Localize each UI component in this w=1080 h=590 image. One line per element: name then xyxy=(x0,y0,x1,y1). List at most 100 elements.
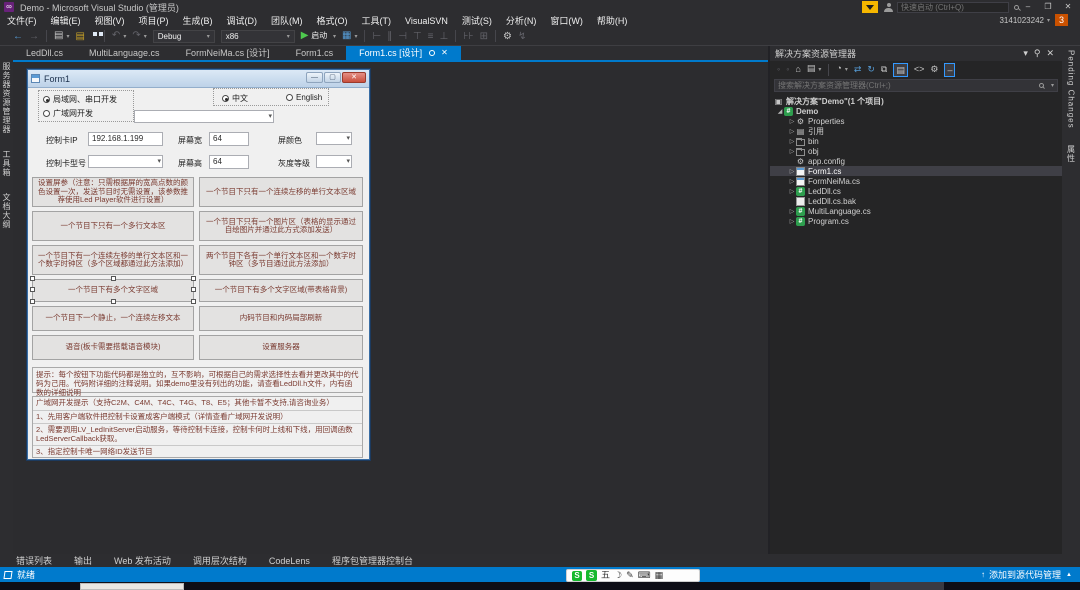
button-set-screen-params[interactable]: 设置屏参（注意：只需根据屏的宽高点数的颜色设置一次，发送节目时无需设置，该参数推… xyxy=(32,177,194,207)
expander-collapsed-icon[interactable] xyxy=(788,138,796,145)
expander-collapsed-icon[interactable] xyxy=(788,128,796,135)
tab-codelens[interactable]: CodeLens xyxy=(269,556,310,566)
soft-keyboard-icon[interactable]: ⌨ xyxy=(638,570,651,581)
screen-width-textbox[interactable]: 64 xyxy=(209,132,249,146)
close-button[interactable]: ✕ xyxy=(1058,0,1078,13)
quick-launch-box[interactable] xyxy=(897,2,1009,13)
selection-handle[interactable] xyxy=(30,287,35,292)
half-full-width-moon-icon[interactable]: ☽ xyxy=(614,570,622,581)
refresh-icon[interactable]: ↻ xyxy=(867,62,875,77)
tab-toolbox[interactable]: 工具箱 xyxy=(1,150,12,177)
selection-handle[interactable] xyxy=(191,299,196,304)
ime-toolbox-icon[interactable]: ▦ xyxy=(655,570,664,581)
properties-icon[interactable]: ⚙ xyxy=(930,62,938,77)
tree-item-program-cs[interactable]: Program.cs xyxy=(770,216,1062,226)
tab-document-outline[interactable]: 文档大纲 xyxy=(1,193,12,229)
quick-launch-input[interactable] xyxy=(898,3,1014,12)
tab-form1-design-active[interactable]: Form1.cs [设计] ✕ xyxy=(346,46,461,60)
add-to-source-control-button[interactable]: ↑ 添加到源代码管理 ▲ xyxy=(981,568,1072,581)
button-voice[interactable]: 语音(板卡需要搭载语音模块) xyxy=(32,335,194,360)
pin-icon[interactable] xyxy=(429,50,435,56)
menu-debug[interactable]: 调试(D) xyxy=(220,14,265,27)
tree-item-properties[interactable]: Properties xyxy=(770,116,1062,126)
button-set-server[interactable]: 设置服务器 xyxy=(199,335,363,360)
toolbar-options-icon[interactable]: ↯ xyxy=(518,28,526,45)
expander-collapsed-icon[interactable] xyxy=(788,208,796,215)
view-code-icon[interactable]: <> xyxy=(914,62,925,77)
tab-formneima-design[interactable]: FormNeiMa.cs [设计] xyxy=(173,46,283,60)
menu-edit[interactable]: 编辑(E) xyxy=(44,14,88,27)
selection-handle[interactable] xyxy=(191,287,196,292)
button-two-programs[interactable]: 两个节目下各有一个单行文本区和一个数字时钟区（多节目通过此方法添加） xyxy=(199,245,363,275)
button-single-scroll-text[interactable]: 一个节目下只有一个连续左移的单行文本区域 xyxy=(199,177,363,207)
align-rights-icon[interactable]: ⊣ xyxy=(398,28,407,45)
account-menu[interactable]: 3141023242 ▾ xyxy=(999,14,1050,27)
new-item-icon[interactable]: ▤▾ xyxy=(54,27,69,46)
expander-collapsed-icon[interactable] xyxy=(788,168,796,175)
selection-handle[interactable] xyxy=(191,276,196,281)
tab-server-explorer[interactable]: 服务器资源管理器 xyxy=(1,62,12,134)
tab-properties[interactable]: 属性 xyxy=(1066,145,1077,163)
screen-height-textbox[interactable]: 64 xyxy=(209,155,249,169)
tab-pending-changes[interactable]: Pending Changes xyxy=(1067,50,1076,129)
menu-view[interactable]: 视图(V) xyxy=(88,14,132,27)
preview-selected-items-icon[interactable]: – xyxy=(944,63,955,77)
taskbar-button[interactable] xyxy=(870,582,944,590)
menu-window[interactable]: 窗口(W) xyxy=(543,14,590,27)
selection-handle[interactable] xyxy=(30,299,35,304)
start-debug-button[interactable]: ▶ 启动 ▾ xyxy=(301,27,336,46)
close-tab-icon[interactable]: ✕ xyxy=(441,46,448,60)
menu-build[interactable]: 生成(B) xyxy=(176,14,220,27)
wubi-mode-icon[interactable]: 五 xyxy=(601,570,610,581)
tree-item-multilanguage-cs[interactable]: MultiLanguage.cs xyxy=(770,206,1062,216)
redo-icon[interactable]: ↷▾ xyxy=(132,27,146,46)
tab-error-list[interactable]: 错误列表 xyxy=(16,554,52,567)
expander-collapsed-icon[interactable] xyxy=(788,118,796,125)
navigate-back-icon[interactable]: ← xyxy=(13,28,23,45)
notifications-flag-icon[interactable] xyxy=(862,1,878,13)
radio-wan[interactable]: 广域网开发 xyxy=(43,108,93,119)
controller-model-combobox[interactable] xyxy=(88,155,163,168)
format-toolbar-icon[interactable]: ⚙ xyxy=(503,28,512,45)
tab-web-publish[interactable]: Web 发布活动 xyxy=(114,554,171,567)
close-panel-icon[interactable]: ✕ xyxy=(1046,46,1054,61)
button-multiline-text[interactable]: 一个节目下只有一个多行文本区 xyxy=(32,211,194,241)
back-icon[interactable]: ◦ xyxy=(777,62,780,77)
window-position-icon[interactable]: ▾ xyxy=(1023,46,1028,61)
undo-icon[interactable]: ↶▾ xyxy=(112,27,126,46)
tab-leddll-cs[interactable]: LedDll.cs xyxy=(13,46,76,60)
expander-collapsed-icon[interactable] xyxy=(788,148,796,155)
button-text-and-clock[interactable]: 一个节目下有一个连续左移的单行文本区和一个数字时钟区（多个区域都通过此方法添加） xyxy=(32,245,194,275)
handwriting-pen-icon[interactable]: ✎ xyxy=(626,570,634,581)
menu-team[interactable]: 团队(M) xyxy=(264,14,310,27)
expander-collapsed-icon[interactable] xyxy=(788,218,796,225)
wan-tips-panel[interactable]: 广域网开发提示（支持C2M、C4M、T4C、T4G、T8、E5；其他卡暂不支持,… xyxy=(32,396,363,458)
tree-item-leddll-cs[interactable]: LedDll.cs xyxy=(770,186,1062,196)
switch-views-icon[interactable]: ▤▾ xyxy=(807,61,822,78)
sogou-mode-icon[interactable]: S xyxy=(586,570,597,581)
align-centers-icon[interactable]: ∥ xyxy=(387,28,392,45)
button-multiple-text-areas-table-bg[interactable]: 一个节目下有多个文字区域(带表格背景) xyxy=(199,279,363,302)
tree-item-form1-cs[interactable]: Form1.cs xyxy=(770,166,1062,176)
align-lefts-icon[interactable]: ⊢ xyxy=(372,28,381,45)
platform-dropdown[interactable]: x86▾ xyxy=(221,30,295,43)
radio-chinese[interactable]: 中文 xyxy=(222,93,248,104)
button-static-and-scroll-text[interactable]: 一个节目下一个静止，一个连续左移文本 xyxy=(32,306,194,331)
home-icon[interactable]: ⌂ xyxy=(795,62,800,77)
show-all-files-icon[interactable]: ▤ xyxy=(893,63,908,77)
menu-visualsvn[interactable]: VisualSVN xyxy=(398,16,455,26)
menu-project[interactable]: 项目(P) xyxy=(132,14,176,27)
selection-handle[interactable] xyxy=(30,276,35,281)
menu-analyze[interactable]: 分析(N) xyxy=(499,14,544,27)
gray-level-combobox[interactable] xyxy=(316,155,352,168)
auto-hide-pin-icon[interactable]: ⚲ xyxy=(1034,46,1041,61)
restore-button[interactable]: ❐ xyxy=(1038,0,1058,13)
radio-english[interactable]: English xyxy=(286,93,322,102)
tree-item-leddll-bak[interactable]: LedDll.cs.bak xyxy=(770,196,1062,206)
make-same-width-icon[interactable]: ⊦⊦ xyxy=(463,28,473,45)
selection-handle[interactable] xyxy=(111,276,116,281)
notification-count-badge[interactable]: 3 xyxy=(1055,14,1068,26)
minimize-button[interactable]: – xyxy=(1018,0,1038,13)
controller-ip-textbox[interactable]: 192.168.1.199 xyxy=(88,132,163,146)
tree-item-bin[interactable]: bin xyxy=(770,136,1062,146)
